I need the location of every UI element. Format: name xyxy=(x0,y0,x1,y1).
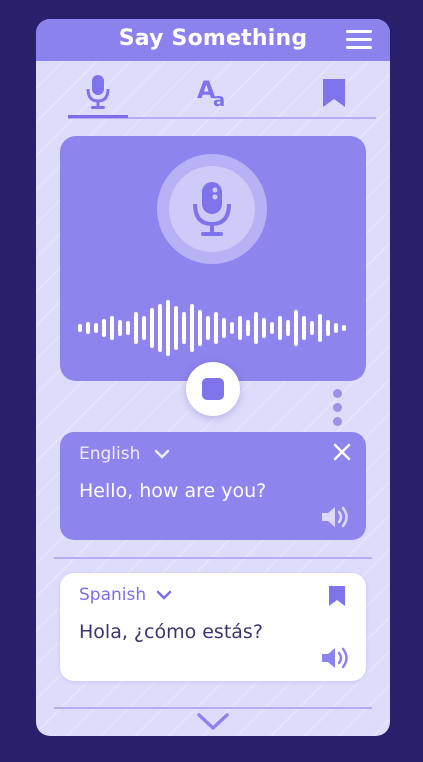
text-size-icon: A a xyxy=(197,76,225,111)
section-divider xyxy=(54,557,372,559)
tab-voice[interactable] xyxy=(68,73,128,115)
tab-saved[interactable] xyxy=(304,73,364,115)
microphone-icon xyxy=(193,182,231,236)
target-translation-card: Spanish Hola, ¿cómo estás? xyxy=(60,573,366,681)
speaker-icon[interactable] xyxy=(320,645,352,671)
tab-text[interactable]: A a xyxy=(183,73,243,115)
source-text: Hello, how are you? xyxy=(79,480,267,502)
mic-inner-circle xyxy=(169,166,255,252)
source-language-label: English xyxy=(79,444,141,464)
svg-text:a: a xyxy=(213,90,225,111)
stop-icon xyxy=(202,378,224,400)
microphone-icon xyxy=(86,75,110,109)
bookmark-icon[interactable] xyxy=(328,585,346,607)
audio-waveform xyxy=(78,300,346,356)
app-window: Say Something A a English Hello, how are… xyxy=(36,19,390,736)
mic-button[interactable] xyxy=(157,154,267,264)
tab-bar: A a xyxy=(36,69,390,119)
chevron-down-icon xyxy=(156,590,171,600)
stop-recording-button[interactable] xyxy=(186,362,240,416)
source-language-selector[interactable]: English xyxy=(79,444,170,464)
target-language-label: Spanish xyxy=(79,585,147,605)
hamburger-menu-icon[interactable] xyxy=(346,28,372,52)
translated-text: Hola, ¿cómo estás? xyxy=(79,621,263,643)
speaker-icon[interactable] xyxy=(320,504,352,530)
chevron-down-icon xyxy=(154,449,170,459)
voice-recorder-card xyxy=(60,136,366,381)
source-translation-card: English Hello, how are you? xyxy=(60,432,366,540)
close-icon[interactable] xyxy=(332,442,352,462)
app-title: Say Something xyxy=(118,26,308,51)
active-tab-indicator xyxy=(68,115,128,118)
bookmark-icon xyxy=(323,79,345,107)
bottom-divider xyxy=(54,707,372,709)
app-header: Say Something xyxy=(36,19,390,61)
more-options-dots-icon[interactable] xyxy=(333,389,343,429)
chevron-down-icon[interactable] xyxy=(196,711,230,733)
target-language-selector[interactable]: Spanish xyxy=(79,585,172,605)
